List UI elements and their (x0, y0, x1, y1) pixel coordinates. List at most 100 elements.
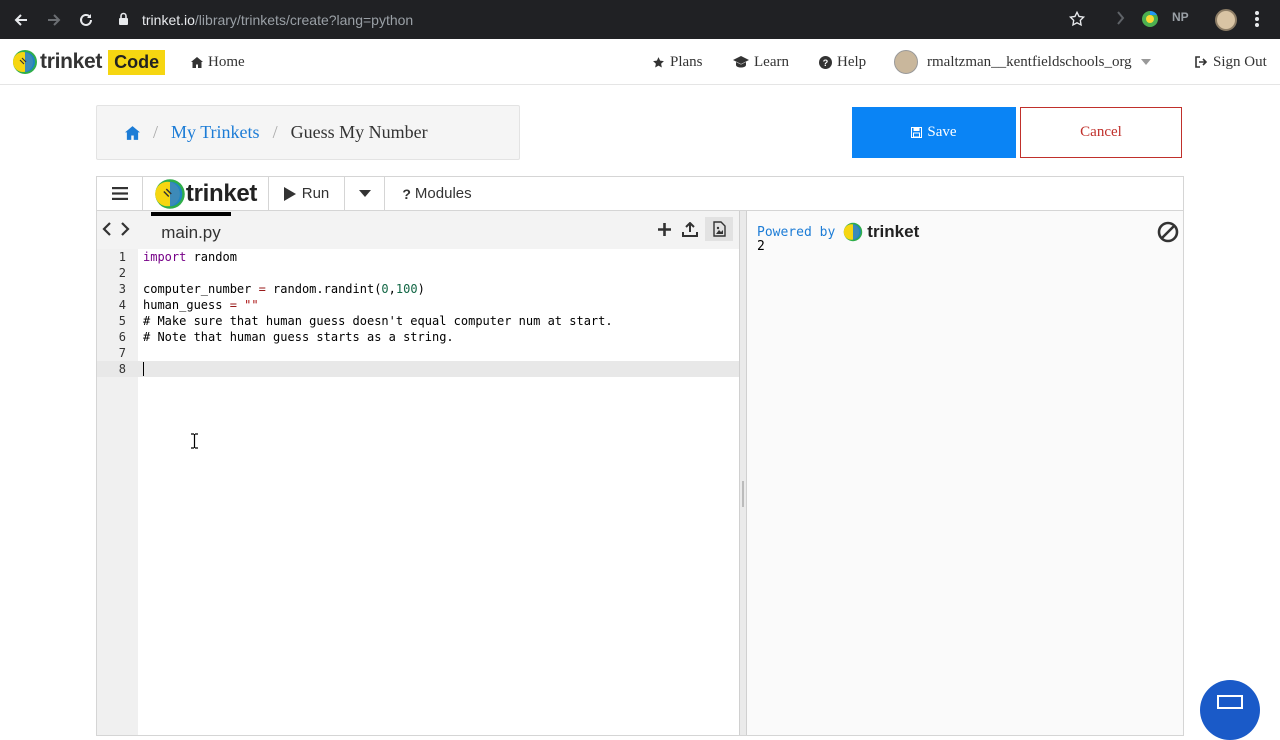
username: rmaltzman__kentfieldschools_org (927, 53, 1132, 70)
bookmark-star-icon[interactable] (1068, 10, 1086, 33)
code-line[interactable]: 2 (97, 265, 739, 281)
lock-icon (118, 12, 129, 31)
pane-splitter[interactable] (739, 211, 747, 735)
trinket-logo-icon (155, 178, 185, 209)
nav-learn[interactable]: Learn (733, 39, 789, 85)
extension-divider-icon (1116, 10, 1126, 29)
cancel-button[interactable]: Cancel (1020, 107, 1182, 158)
cancel-label: Cancel (1080, 124, 1122, 140)
extension-np[interactable]: NP (1172, 10, 1189, 24)
nav-help[interactable]: ? Help (819, 39, 866, 85)
save-label: Save (927, 124, 957, 140)
code-text: computer_number = random.randint(0,100) (143, 282, 425, 296)
console-output: 2 (757, 239, 765, 254)
back-icon[interactable] (9, 8, 33, 32)
trinket-logo-icon (12, 49, 38, 75)
play-icon (283, 186, 296, 201)
user-menu[interactable]: rmaltzman__kentfieldschools_org (894, 39, 1156, 85)
home-icon (191, 56, 203, 68)
code-line-active[interactable]: 8 (97, 361, 739, 377)
code-comment: # Note that human guess starts as a stri… (143, 330, 454, 344)
tab-main-py[interactable]: main.py (151, 212, 231, 249)
question-icon: ? (402, 185, 411, 202)
save-icon (911, 127, 923, 138)
trinket-logo-icon (844, 222, 863, 242)
address-bar[interactable]: trinket.io/library/trinkets/create?lang=… (142, 7, 1127, 33)
text-ibeam-cursor-icon (191, 433, 198, 454)
nav-home-label: Home (208, 53, 245, 70)
url-host: trinket.io (142, 12, 195, 28)
nav-plans-label: Plans (670, 53, 703, 70)
chevron-right-icon[interactable] (119, 221, 131, 242)
question-circle-icon: ? (819, 55, 832, 69)
browser-menu-icon[interactable] (1254, 9, 1260, 29)
code-text: import random (143, 250, 237, 264)
modules-button[interactable]: ? Modules (385, 177, 489, 210)
browser-toolbar: trinket.io/library/trinkets/create?lang=… (0, 0, 1280, 39)
file-tools (653, 217, 733, 241)
breadcrumb-separator: / (272, 122, 278, 142)
breadcrumb-my-trinkets[interactable]: My Trinkets (171, 122, 260, 143)
line-number: 8 (118, 362, 126, 376)
powered-by: Powered by trinket (757, 222, 919, 242)
breadcrumb-separator: / (153, 122, 159, 142)
file-tab-bar: main.py (97, 211, 739, 249)
code-comment: # Make sure that human guess doesn't equ… (143, 314, 613, 328)
line-number: 3 (118, 282, 126, 296)
upload-icon[interactable] (679, 217, 701, 241)
line-number: 6 (118, 330, 126, 344)
powered-by-brand: trinket (867, 222, 920, 241)
run-label: Run (301, 185, 330, 202)
code-line[interactable]: 5 # Make sure that human guess doesn't e… (97, 313, 739, 329)
browser-profile-avatar[interactable] (1215, 9, 1237, 31)
nav-sign-out[interactable]: Sign Out (1195, 39, 1267, 85)
toolbar-trinket-logo[interactable]: trinket (143, 177, 269, 210)
breadcrumb-current: Guess My Number (290, 122, 428, 142)
code-line[interactable]: 6 # Note that human guess starts as a st… (97, 329, 739, 345)
nav-home[interactable]: Home (191, 39, 245, 85)
logo-text: trinket (40, 50, 103, 73)
reload-icon[interactable] (74, 8, 98, 32)
graduation-cap-icon (733, 56, 749, 68)
code-line[interactable]: 3 computer_number = random.randint(0,100… (97, 281, 739, 297)
text-cursor (143, 362, 144, 376)
caret-down-icon (1140, 59, 1151, 65)
user-avatar (894, 50, 918, 74)
line-number: 1 (118, 250, 126, 264)
chevron-left-icon[interactable] (101, 221, 113, 242)
image-file-icon[interactable] (705, 217, 733, 241)
breadcrumb-home-icon[interactable] (125, 125, 140, 140)
url-path: /library/trinkets/create?lang=python (194, 12, 414, 28)
save-button[interactable]: Save (852, 107, 1016, 158)
nav-help-label: Help (837, 53, 867, 70)
trinket-logo[interactable]: trinket Code (12, 49, 166, 75)
tab-scroll-arrows (101, 221, 131, 242)
nav-sign-out-label: Sign Out (1213, 53, 1267, 70)
sign-out-icon (1195, 56, 1208, 68)
nav-learn-label: Learn (754, 53, 789, 70)
extension-chrome-icon[interactable] (1141, 10, 1159, 31)
toolbar-brand: trinket (185, 179, 258, 207)
logo-code-badge: Code (108, 49, 166, 75)
nav-plans[interactable]: Plans (652, 39, 703, 85)
code-editor[interactable]: 1 import random 2 3 computer_number = ra… (97, 249, 739, 735)
run-options-dropdown[interactable] (345, 177, 385, 210)
output-pane: Powered by trinket 2 (747, 211, 1183, 735)
run-button[interactable]: Run (269, 177, 345, 210)
add-file-icon[interactable] (653, 217, 675, 241)
modules-label: Modules (414, 185, 472, 202)
code-text: human_guess = "" (143, 298, 259, 312)
line-number: 4 (118, 298, 126, 312)
forward-icon[interactable] (42, 8, 66, 32)
menu-icon[interactable] (97, 177, 143, 210)
code-line[interactable]: 1 import random (97, 249, 739, 265)
caret-down-icon (358, 190, 371, 197)
code-line[interactable]: 4 human_guess = "" (97, 297, 739, 313)
site-header: trinket Code Home Plans Learn ? Help rma… (0, 39, 1280, 85)
trinket-editor: trinket Run ? Modules main.py 1 import r… (96, 176, 1184, 736)
clear-output-icon[interactable] (1157, 221, 1179, 248)
editor-toolbar: trinket Run ? Modules (97, 177, 1183, 211)
chat-widget-button[interactable] (1200, 680, 1260, 740)
powered-by-label: Powered by (757, 224, 836, 240)
code-line[interactable]: 7 (97, 345, 739, 361)
